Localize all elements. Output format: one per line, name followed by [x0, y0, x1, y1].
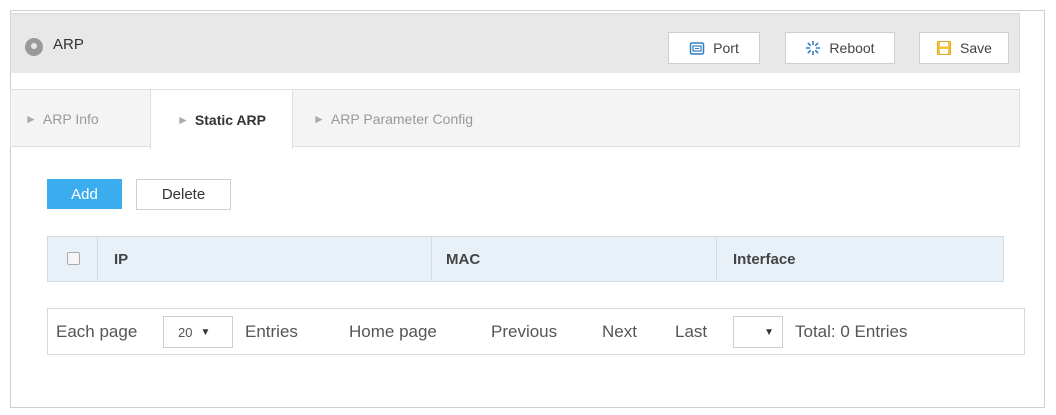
table-header: IP MAC Interface	[47, 236, 1004, 282]
dropdown-arrow-icon: ▼	[200, 326, 211, 338]
last-link[interactable]: Last	[675, 322, 707, 342]
save-icon	[937, 41, 952, 55]
column-divider	[97, 237, 98, 281]
tab-label: ARP Info	[42, 111, 99, 127]
port-icon	[689, 42, 705, 55]
port-button-label: Port	[713, 40, 739, 56]
reboot-icon	[806, 40, 821, 56]
column-divider	[431, 237, 432, 281]
chevron-right-icon: ►	[313, 112, 325, 126]
delete-button[interactable]: Delete	[136, 179, 231, 210]
reboot-button[interactable]: Reboot	[785, 32, 895, 64]
tab-arp-parameter-config[interactable]: ► ARP Parameter Config	[313, 90, 473, 148]
select-all-checkbox[interactable]	[67, 252, 80, 265]
pagination-bar: Each page 20 ▼ Entries Home page Previou…	[47, 308, 1025, 355]
column-header-mac[interactable]: MAC	[446, 237, 480, 281]
tab-bar: ► ARP Info ► Static ARP ► ARP Parameter …	[10, 89, 1020, 149]
total-entries: Total: 0 Entries	[795, 322, 908, 341]
next-link[interactable]: Next	[602, 322, 637, 342]
column-divider	[716, 237, 717, 281]
dropdown-arrow-icon: ▼	[764, 326, 774, 338]
page-title: ARP	[53, 36, 84, 53]
tab-label: ARP Parameter Config	[330, 111, 474, 127]
page-size-select[interactable]: 20 ▼	[163, 316, 233, 348]
page-size-value: 20	[178, 324, 193, 340]
add-button[interactable]: Add	[47, 179, 122, 209]
chevron-right-icon: ►	[25, 112, 37, 126]
tab-label: Static ARP	[194, 111, 266, 128]
previous-link[interactable]: Previous	[491, 322, 557, 342]
home-page-link[interactable]: Home page	[349, 322, 437, 342]
tab-arp-info[interactable]: ► ARP Info	[25, 90, 99, 148]
reboot-button-label: Reboot	[829, 40, 875, 56]
page-number-select[interactable]: ▼	[733, 316, 783, 348]
column-header-ip[interactable]: IP	[114, 237, 128, 281]
location-pin-icon	[25, 38, 43, 56]
save-button-label: Save	[960, 40, 992, 56]
save-button[interactable]: Save	[919, 32, 1009, 64]
page-header: ARP Port Reboot Save	[10, 13, 1020, 73]
tab-static-arp[interactable]: ► Static ARP	[150, 90, 293, 149]
entries-label: Entries	[245, 322, 298, 341]
column-header-interface[interactable]: Interface	[733, 237, 796, 281]
port-button[interactable]: Port	[668, 32, 760, 64]
each-page-label: Each page	[56, 322, 138, 341]
chevron-right-icon: ►	[177, 112, 189, 127]
